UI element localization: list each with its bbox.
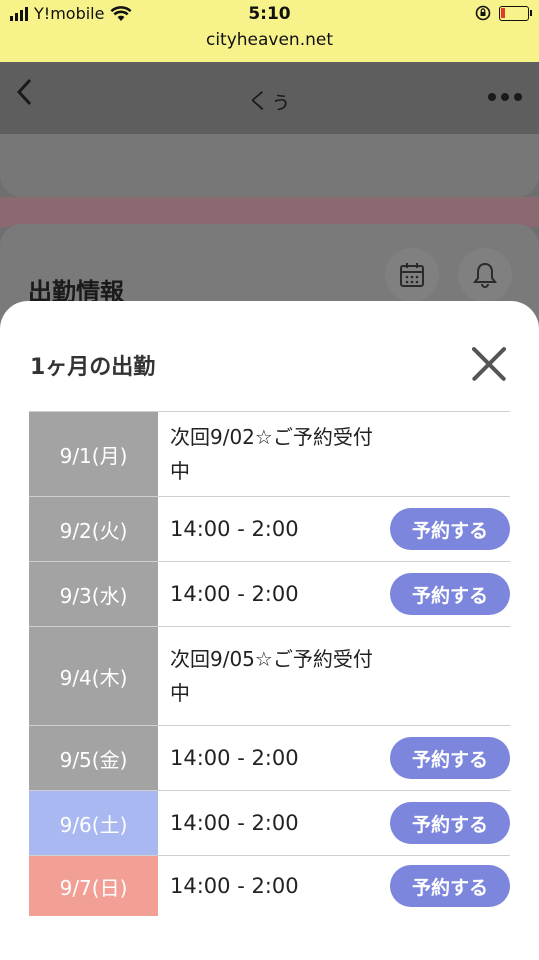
background-image-strip [0,197,539,227]
schedule-date: 9/1(月) [29,412,158,496]
more-icon[interactable] [487,76,523,109]
schedule-info: 次回9/02☆ご予約受付中 [158,412,510,496]
schedule-date: 9/6(土) [29,791,158,855]
calendar-icon[interactable] [385,248,439,302]
schedule-info: 14:00 - 2:00 予約する [158,791,510,855]
schedule-date: 9/7(日) [29,856,158,916]
schedule-table: 9/1(月) 次回9/02☆ご予約受付中 9/2(火) 14:00 - 2:00… [29,411,510,916]
status-right [475,5,532,21]
schedule-hours: 14:00 - 2:00 [170,811,299,835]
orientation-lock-icon [475,5,491,21]
schedule-row: 9/2(火) 14:00 - 2:00 予約する [29,497,510,562]
address-url[interactable]: cityheaven.net [0,30,539,50]
page-title: くぅ [247,90,292,115]
schedule-hours: 14:00 - 2:00 [170,746,299,770]
reserve-button[interactable]: 予約する [390,737,510,779]
schedule-note: 次回9/02☆ご予約受付中 [170,425,373,483]
reserve-button[interactable]: 予約する [390,508,510,550]
modal-title: 1ヶ月の出勤 [30,355,156,380]
close-icon[interactable] [466,341,512,387]
schedule-row: 9/7(日) 14:00 - 2:00 予約する [29,856,510,916]
schedule-row: 9/3(水) 14:00 - 2:00 予約する [29,562,510,627]
schedule-date: 9/3(水) [29,562,158,626]
schedule-modal: 1ヶ月の出勤 9/1(月) 次回9/02☆ご予約受付中 9/2(火) 14:00… [0,301,539,960]
schedule-info: 次回9/05☆ご予約受付中 [158,627,510,725]
schedule-info: 14:00 - 2:00 予約する [158,726,510,790]
schedule-date: 9/2(火) [29,497,158,561]
page-header: くぅ [0,62,539,134]
schedule-date: 9/5(金) [29,726,158,790]
bell-icon[interactable] [458,248,512,302]
status-bar: Y!mobile 5:10 cityheaven.net [0,0,539,62]
reserve-button[interactable]: 予約する [390,865,510,907]
schedule-hours: 14:00 - 2:00 [170,582,299,606]
schedule-row: 9/4(木) 次回9/05☆ご予約受付中 [29,627,510,726]
schedule-info: 14:00 - 2:00 予約する [158,562,510,626]
schedule-date: 9/4(木) [29,627,158,725]
schedule-row: 9/5(金) 14:00 - 2:00 予約する [29,726,510,791]
status-time: 5:10 [248,4,291,24]
schedule-info: 14:00 - 2:00 予約する [158,497,510,561]
schedule-hours: 14:00 - 2:00 [170,874,299,898]
battery-icon [499,5,532,21]
schedule-row: 9/6(土) 14:00 - 2:00 予約する [29,791,510,856]
schedule-note: 次回9/05☆ご予約受付中 [170,647,373,705]
reserve-button[interactable]: 予約する [390,802,510,844]
reserve-button[interactable]: 予約する [390,573,510,615]
schedule-info: 14:00 - 2:00 予約する [158,856,510,916]
schedule-row: 9/1(月) 次回9/02☆ご予約受付中 [29,412,510,497]
schedule-hours: 14:00 - 2:00 [170,517,299,541]
